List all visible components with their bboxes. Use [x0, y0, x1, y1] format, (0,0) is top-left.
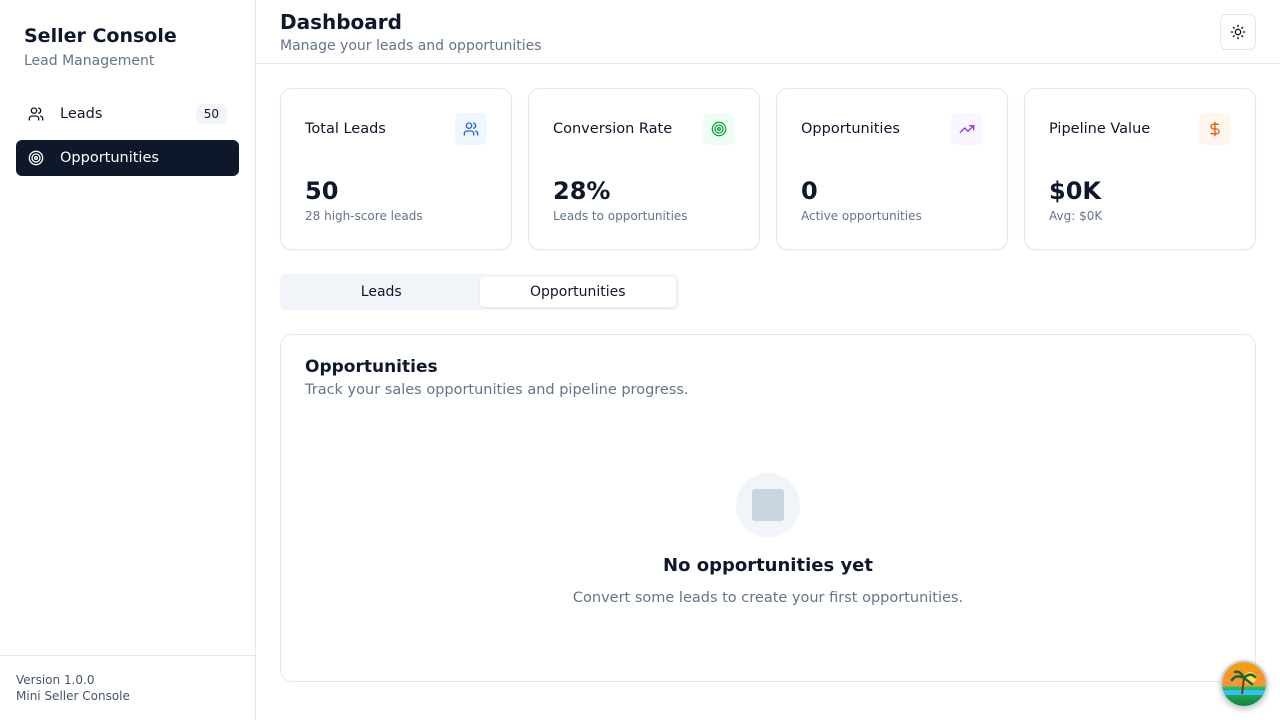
floating-avatar-button[interactable] [1220, 660, 1268, 708]
stat-subtext: 28 high-score leads [305, 209, 423, 223]
view-tabs: Leads Opportunities [280, 274, 679, 310]
stat-subtext: Avg: $0K [1049, 209, 1103, 223]
sidebar-item-leads[interactable]: Leads 50 [16, 96, 239, 132]
sidebar-item-label: Opportunities [60, 150, 159, 166]
empty-state-title: No opportunities yet [663, 555, 873, 576]
trending-up-icon [951, 113, 983, 145]
opportunities-panel: Opportunities Track your sales opportuni… [280, 334, 1256, 682]
stat-subtext: Active opportunities [801, 209, 922, 223]
page-header: Dashboard Manage your leads and opportun… [256, 0, 1280, 64]
empty-state-subtitle: Convert some leads to create your first … [572, 590, 964, 606]
stat-card-total-leads: Total Leads 50 28 high-score leads [280, 88, 512, 250]
version-text: Version 1.0.0 [16, 673, 95, 687]
palm-tree-icon [1222, 662, 1266, 706]
stat-subtext: Leads to opportunities [553, 209, 688, 223]
stat-value: 28% [553, 177, 611, 205]
app-name-text: Mini Seller Console [16, 689, 130, 703]
stat-value: 50 [305, 177, 339, 205]
tab-leads[interactable]: Leads [283, 277, 480, 307]
sun-icon [1230, 24, 1246, 40]
page-subtitle: Manage your leads and opportunities [280, 38, 542, 54]
stat-card-conversion-rate: Conversion Rate 28% Leads to opportuniti… [528, 88, 760, 250]
page-title: Dashboard [280, 10, 402, 34]
panel-subtitle: Track your sales opportunities and pipel… [305, 382, 689, 398]
stat-card-pipeline-value: Pipeline Value $0K Avg: $0K [1024, 88, 1256, 250]
leads-count-badge: 50 [195, 104, 227, 124]
users-icon [455, 113, 487, 145]
stat-label: Opportunities [801, 121, 900, 137]
placeholder-icon [752, 489, 784, 521]
sidebar-item-label: Leads [60, 106, 103, 122]
empty-state-icon [736, 473, 800, 537]
stat-label: Conversion Rate [553, 121, 673, 137]
stat-value: 0 [801, 177, 818, 205]
brand-title: Seller Console [24, 25, 177, 47]
sidebar-footer: Version 1.0.0 Mini Seller Console [0, 655, 255, 720]
stat-label: Pipeline Value [1049, 121, 1151, 137]
stat-value: $0K [1049, 177, 1101, 205]
target-icon [703, 113, 735, 145]
brand-subtitle: Lead Management [24, 53, 155, 69]
panel-title: Opportunities [305, 357, 438, 377]
users-icon [28, 106, 44, 122]
tab-opportunities[interactable]: Opportunities [479, 277, 676, 307]
sidebar: Seller Console Lead Management Leads 50 … [0, 0, 256, 720]
target-icon [28, 150, 44, 166]
theme-toggle-button[interactable] [1220, 14, 1256, 50]
stat-label: Total Leads [305, 121, 386, 137]
sidebar-item-opportunities[interactable]: Opportunities [16, 140, 239, 176]
stat-card-opportunities: Opportunities 0 Active opportunities [776, 88, 1008, 250]
dollar-icon [1199, 113, 1231, 145]
